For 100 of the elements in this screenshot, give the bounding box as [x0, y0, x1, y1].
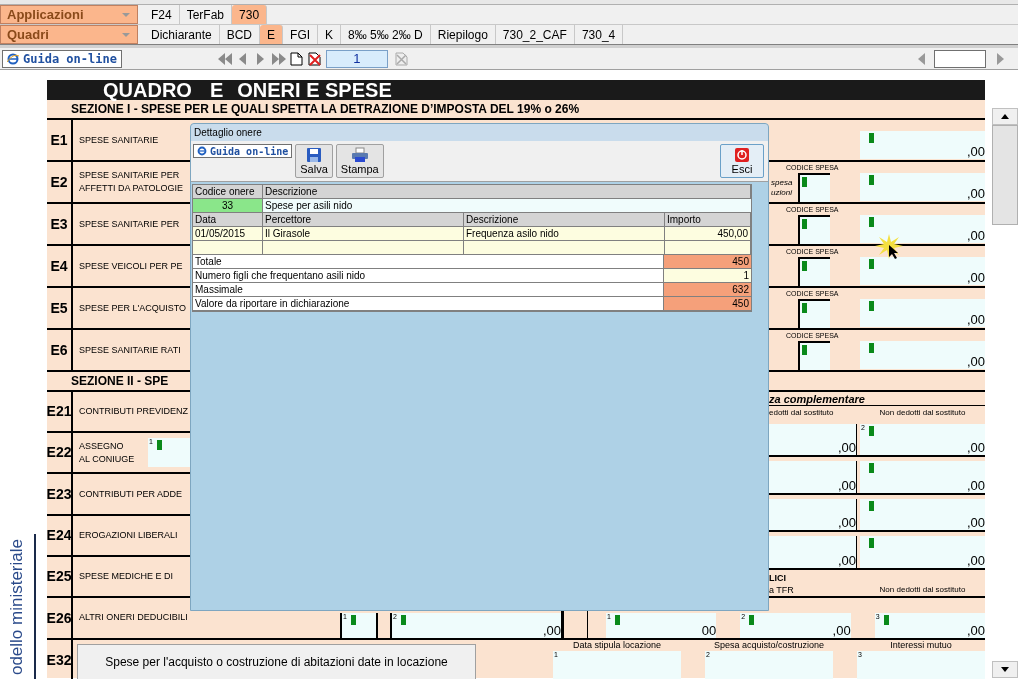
row-code: E24 — [47, 515, 73, 555]
input-field[interactable]: ,00 — [769, 498, 857, 531]
amount-text: ,00 — [837, 516, 856, 530]
delete-document-button[interactable] — [305, 49, 324, 68]
input-field[interactable]: ,00 — [769, 461, 857, 493]
exit-button[interactable]: Esci — [720, 144, 764, 178]
tab[interactable]: K — [318, 25, 342, 44]
tab[interactable]: 730_4 — [574, 25, 624, 44]
code-field[interactable] — [798, 215, 830, 244]
table-cell[interactable]: Frequenza asilo nido — [464, 227, 665, 240]
input-field[interactable]: ,00 — [860, 536, 985, 568]
marker-icon — [869, 463, 874, 474]
printer-icon — [350, 147, 369, 163]
row-label: CONTRIBUTI PREVIDENZ — [79, 405, 189, 419]
input-field[interactable]: ,00 — [769, 536, 857, 568]
input-field[interactable]: ,00 — [860, 173, 985, 201]
help-button[interactable]: Guida on-line — [193, 144, 293, 158]
applications-dropdown[interactable]: Applicazioni — [0, 5, 138, 24]
input-field[interactable]: ,00 — [860, 215, 985, 243]
tab[interactable]: 730_2_CAF — [495, 25, 575, 44]
toolbar-button[interactable]: Salva — [295, 144, 333, 178]
amount-text: ,00 — [966, 313, 985, 326]
scroll-up-button[interactable] — [992, 108, 1018, 125]
input-field[interactable]: ,00 — [860, 498, 985, 531]
input-field[interactable]: ,00 — [769, 423, 857, 456]
row-label: ALTRI ONERI DEDUCIBILI — [78, 611, 189, 625]
help-button[interactable]: Guida on-line — [2, 49, 122, 68]
row-label: EROGAZIONI LIBERALI — [79, 528, 179, 542]
row-code: E32 — [47, 640, 73, 679]
input-field[interactable] — [464, 241, 665, 254]
amount-text: ,00 — [966, 516, 985, 530]
code-field[interactable] — [798, 257, 830, 286]
marker-icon — [869, 175, 874, 185]
row-label: SPESE SANITARIE RATI — [79, 343, 182, 357]
tab[interactable]: 8‰ 5‰ 2‰ D — [341, 25, 431, 44]
locazione-button[interactable]: Spese per l'acquisto o costruzione di abitazioni date in locazione — [77, 644, 476, 679]
row-code: E22 — [47, 433, 73, 473]
input-field[interactable]: ,00 — [860, 341, 985, 369]
column-heading: Non dedotti dal sostituto — [878, 584, 967, 596]
column-header: Codice onere — [193, 185, 263, 198]
summary-value[interactable]: 1 — [664, 269, 751, 282]
field-caption: Spesa acquisto/costruzione — [712, 640, 826, 651]
row-code: E4 — [47, 246, 73, 286]
table-cell[interactable]: 01/05/2015 — [193, 227, 263, 240]
column-header: Percettore — [263, 213, 464, 226]
input-field[interactable]: ,00 — [860, 299, 985, 327]
row-label: SPESE SANITARIE PER — [79, 217, 181, 231]
tab[interactable]: F24 — [144, 5, 180, 24]
note-text: uzioni — [771, 187, 793, 198]
code-field[interactable] — [798, 299, 830, 328]
tab[interactable]: 730 — [232, 5, 268, 24]
field-caption: Data stipula locazione — [571, 640, 663, 651]
row-code: E26 — [47, 598, 73, 638]
up-arrow-icon — [1001, 114, 1009, 119]
row-code: E6 — [47, 330, 73, 370]
page-field[interactable]: 1 — [325, 49, 388, 68]
description-cell[interactable]: Spese per asili nido — [263, 199, 751, 212]
row-label: SPESE SANITARIE — [79, 133, 160, 147]
input-field[interactable]: ,00 — [860, 257, 985, 285]
amount-text: ,00 — [966, 187, 985, 200]
amount-text: ,00 — [966, 554, 985, 567]
summary-label: Numero figli che frequentano asili nido — [193, 269, 664, 282]
dropdown-label: Applicazioni — [7, 5, 84, 24]
marker-icon — [802, 177, 807, 187]
new-document-button[interactable] — [287, 49, 306, 68]
input-field[interactable]: ,00 — [860, 131, 985, 159]
table-cell[interactable]: Il Girasole — [263, 227, 464, 240]
row-label: SPESE VEICOLI PER PE — [79, 259, 184, 273]
input-field[interactable]: ,00 — [860, 461, 985, 493]
record-field[interactable] — [934, 49, 986, 68]
group-heading: a TFR — [769, 584, 795, 596]
tab[interactable]: Riepilogo — [430, 25, 496, 44]
sections-dropdown[interactable]: Quadri — [0, 25, 138, 44]
column-header: Descrizione — [464, 213, 665, 226]
scroll-down-button[interactable] — [992, 661, 1018, 678]
amount-text: 00 — [701, 624, 717, 637]
input-field[interactable] — [665, 241, 751, 254]
scroll-thumb[interactable] — [992, 125, 1018, 225]
toolbar-button[interactable]: Stampa — [335, 144, 384, 178]
amount-text: ,00 — [966, 145, 985, 158]
tab[interactable]: FGI — [283, 25, 319, 44]
input-field[interactable] — [263, 241, 464, 254]
code-cell[interactable]: 33 — [193, 199, 263, 212]
code-field[interactable] — [798, 173, 830, 202]
dropdown-label: Quadri — [7, 25, 49, 44]
tab[interactable]: Dichiarante — [144, 25, 220, 44]
tab[interactable]: E — [260, 25, 284, 44]
amount-text: ,00 — [966, 271, 985, 284]
input-field[interactable] — [193, 241, 263, 254]
field-caption: Interessi mutuo — [889, 640, 953, 651]
table-cell[interactable]: 450,00 — [665, 227, 751, 240]
marker-icon — [749, 615, 755, 625]
section-heading: SEZIONE I - SPESE PER LE QUALI SPETTA LA DETRAZIONE D’IMPOSTA DEL 19% o 26% — [47, 100, 985, 120]
title-letter: E — [209, 80, 224, 100]
column-group-heading: za complementare — [769, 391, 985, 406]
row-code: E25 — [47, 556, 73, 596]
browser-icon — [197, 146, 207, 156]
code-field[interactable] — [798, 341, 830, 370]
amount-text: ,00 — [966, 624, 985, 637]
row-code: E23 — [47, 474, 73, 514]
